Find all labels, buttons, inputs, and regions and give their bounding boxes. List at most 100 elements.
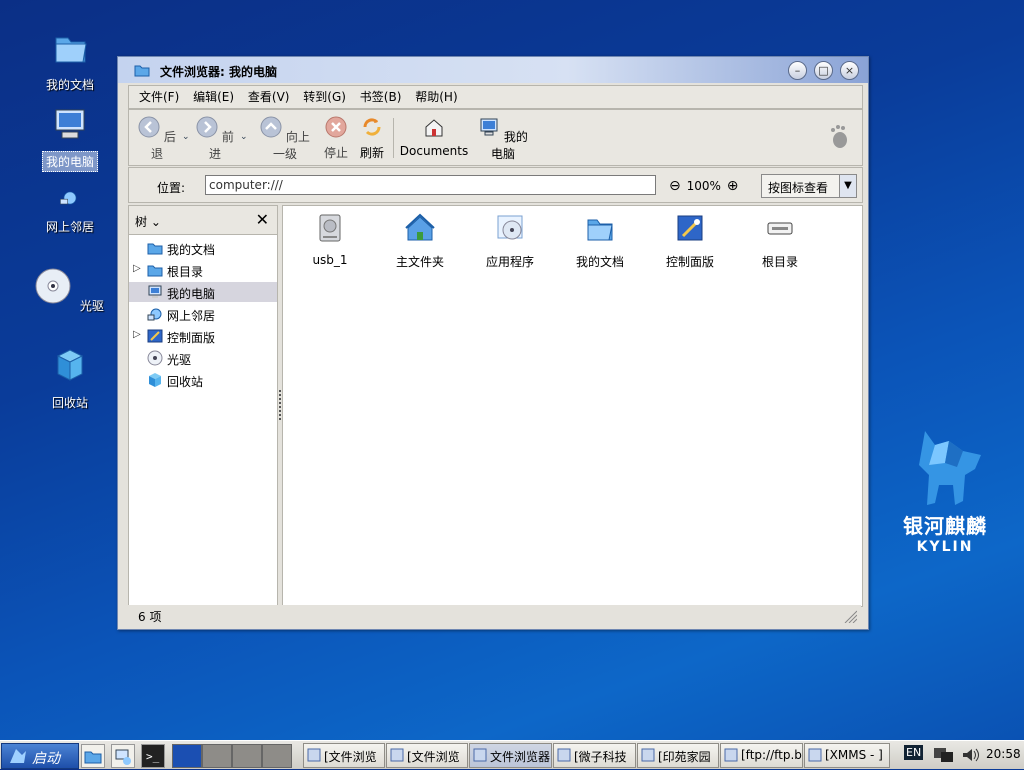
menu-edit[interactable]: 编辑(E) <box>193 86 234 108</box>
up-button[interactable]: 向上一级 <box>255 116 315 162</box>
tree-item[interactable]: ▷ 控制面版 <box>129 326 277 346</box>
zoom-out-icon[interactable]: ⊖ <box>669 178 681 194</box>
reload-button[interactable]: 刷新 <box>355 116 389 161</box>
desktop-icon-label: 回收站 <box>51 396 88 410</box>
kylin-logo: 银河麒麟 KYLIN <box>895 425 995 555</box>
file-item[interactable]: 主文件夹 <box>375 212 465 270</box>
file-item-label: 控制面版 <box>665 255 714 269</box>
desktop-icon-network[interactable]: 网上邻居 <box>30 186 110 236</box>
quicklaunch-network[interactable] <box>111 744 135 768</box>
status-count: 6 项 <box>138 610 162 624</box>
workspace-3[interactable] <box>232 744 262 768</box>
maximize-button[interactable]: □ <box>814 61 833 80</box>
forward-button[interactable]: 前进 <box>195 116 235 162</box>
desktop-icon-trash[interactable]: 回收站 <box>30 346 110 412</box>
location-input[interactable]: computer:/// <box>205 175 656 195</box>
file-item-label: usb_1 <box>312 253 348 267</box>
computer-bookmark-button[interactable]: 我的电脑 <box>475 116 531 162</box>
tree-item[interactable]: 我的文档 <box>129 238 277 258</box>
menu-go[interactable]: 转到(G) <box>303 86 346 108</box>
quicklaunch-terminal[interactable]: >_ <box>141 744 165 768</box>
menu-file[interactable]: 文件(F) <box>139 86 179 108</box>
taskbar-task[interactable]: 文件浏览器 <box>469 743 552 768</box>
workspace-1[interactable] <box>172 744 202 768</box>
tree-item-label: 回收站 <box>167 375 204 389</box>
menu-help[interactable]: 帮助(H) <box>415 86 457 108</box>
file-item-label: 主文件夹 <box>395 255 444 269</box>
file-browser-window[interactable]: 文件浏览器: 我的电脑 – □ × 文件(F) 编辑(E) 查看(V) 转到(G… <box>117 56 869 630</box>
zoom-level[interactable]: 100% <box>687 179 721 193</box>
taskbar-task-label: [印苑家园 <box>658 750 711 764</box>
desktop-icon-cdrom[interactable]: 光驱 <box>30 266 110 315</box>
taskbar-task[interactable]: [XMMS - ] <box>804 743 890 768</box>
taskbar-task[interactable]: [文件浏览 <box>386 743 468 768</box>
workspace-2[interactable] <box>202 744 232 768</box>
tree-item[interactable]: 网上邻居 <box>129 304 277 324</box>
task-app-icon <box>473 748 487 762</box>
location-label: 位置: <box>157 181 186 195</box>
stop-button[interactable]: 停止 <box>319 116 353 161</box>
desktop-icon-label: 我的文档 <box>45 78 94 92</box>
file-item[interactable]: 我的文档 <box>555 212 645 270</box>
start-button[interactable]: 启动 <box>1 743 79 769</box>
taskbar-task[interactable]: [文件浏览 <box>303 743 385 768</box>
task-app-icon <box>808 748 822 762</box>
menu-view[interactable]: 查看(V) <box>248 86 290 108</box>
file-item-label: 我的文档 <box>575 255 624 269</box>
network-status-icon[interactable] <box>932 744 956 766</box>
back-button[interactable]: 后退 <box>137 116 177 162</box>
file-item[interactable]: 控制面版 <box>645 212 735 270</box>
desktop-icon-my-computer[interactable]: 我的电脑 <box>30 104 110 172</box>
tree-item-label: 我的文档 <box>167 243 216 257</box>
toolbar: 后退 ⌄ 前进 ⌄ 向上一级 停止 刷新 Documents 我的电脑 <box>128 109 863 166</box>
tree-item[interactable]: ▷ 根目录 <box>129 260 277 280</box>
stop-label: 停止 <box>323 146 348 160</box>
taskbar-task-label: 文件浏览器 <box>490 750 551 764</box>
reload-icon <box>363 118 381 136</box>
task-app-icon <box>557 748 571 762</box>
desktop-icon-my-documents[interactable]: 我的文档 <box>30 28 110 94</box>
clock[interactable]: 20:58 <box>986 747 1021 761</box>
taskbar-task-label: [文件浏览 <box>407 750 460 764</box>
taskbar-task[interactable]: [印苑家园 <box>637 743 719 768</box>
minimize-button[interactable]: – <box>788 61 807 80</box>
documents-bookmark-button[interactable]: Documents <box>399 116 469 158</box>
taskbar-task-label: [文件浏览 <box>324 750 377 764</box>
file-item[interactable]: usb_1 <box>285 212 375 267</box>
sidebar-pane-select[interactable]: 树 ⌄ <box>135 213 161 230</box>
tree-item[interactable]: 回收站 <box>129 370 277 390</box>
file-item-label: 应用程序 <box>485 255 534 269</box>
close-button[interactable]: × <box>840 61 859 80</box>
applications-icon <box>497 215 523 240</box>
desktop-icon-label: 我的电脑 <box>41 151 98 172</box>
tree-item-label: 根目录 <box>167 265 204 279</box>
taskbar-task[interactable]: [ftp://ftp.b <box>720 743 803 768</box>
taskbar: 启动 >_ [文件浏览 [文件浏览 文件浏览器 [微子科技 [印苑家园 [ftp://ft… <box>0 740 1024 769</box>
view-mode-select[interactable]: 按图标查看 ▼ <box>761 174 857 198</box>
expander-triangle-icon[interactable]: ▷ <box>133 263 141 274</box>
expander-triangle-icon[interactable]: ▷ <box>133 329 141 340</box>
tree-item[interactable]: 光驱 <box>129 348 277 368</box>
terminal-icon: >_ <box>146 750 160 763</box>
menu-bar: 文件(F) 编辑(E) 查看(V) 转到(G) 书签(B) 帮助(H) <box>128 85 863 109</box>
tree-item[interactable]: 我的电脑 <box>129 282 277 302</box>
root-folder-icon <box>147 265 163 277</box>
resize-grip-icon[interactable] <box>843 609 857 623</box>
title-bar[interactable]: 文件浏览器: 我的电脑 – □ × <box>118 57 868 83</box>
workspace-4[interactable] <box>262 744 292 768</box>
input-method-indicator[interactable]: EN <box>904 745 924 760</box>
folder-launch-icon <box>84 751 102 764</box>
forward-history-dropdown[interactable]: ⌄ <box>240 132 248 142</box>
quicklaunch-file-manager[interactable] <box>81 744 105 768</box>
file-item[interactable]: 应用程序 <box>465 212 555 270</box>
file-item[interactable]: 根目录 <box>735 212 825 270</box>
back-history-dropdown[interactable]: ⌄ <box>182 132 190 142</box>
sidebar-header: 树 ⌄ ✕ <box>129 206 277 235</box>
up-arrow-icon <box>260 116 282 138</box>
close-sidebar-icon[interactable]: ✕ <box>256 210 269 229</box>
volume-icon[interactable] <box>960 745 980 765</box>
taskbar-task[interactable]: [微子科技 <box>553 743 636 768</box>
menu-bookmarks[interactable]: 书签(B) <box>360 86 402 108</box>
view-mode-value: 按图标查看 <box>768 181 829 195</box>
zoom-in-icon[interactable]: ⊕ <box>727 178 739 194</box>
